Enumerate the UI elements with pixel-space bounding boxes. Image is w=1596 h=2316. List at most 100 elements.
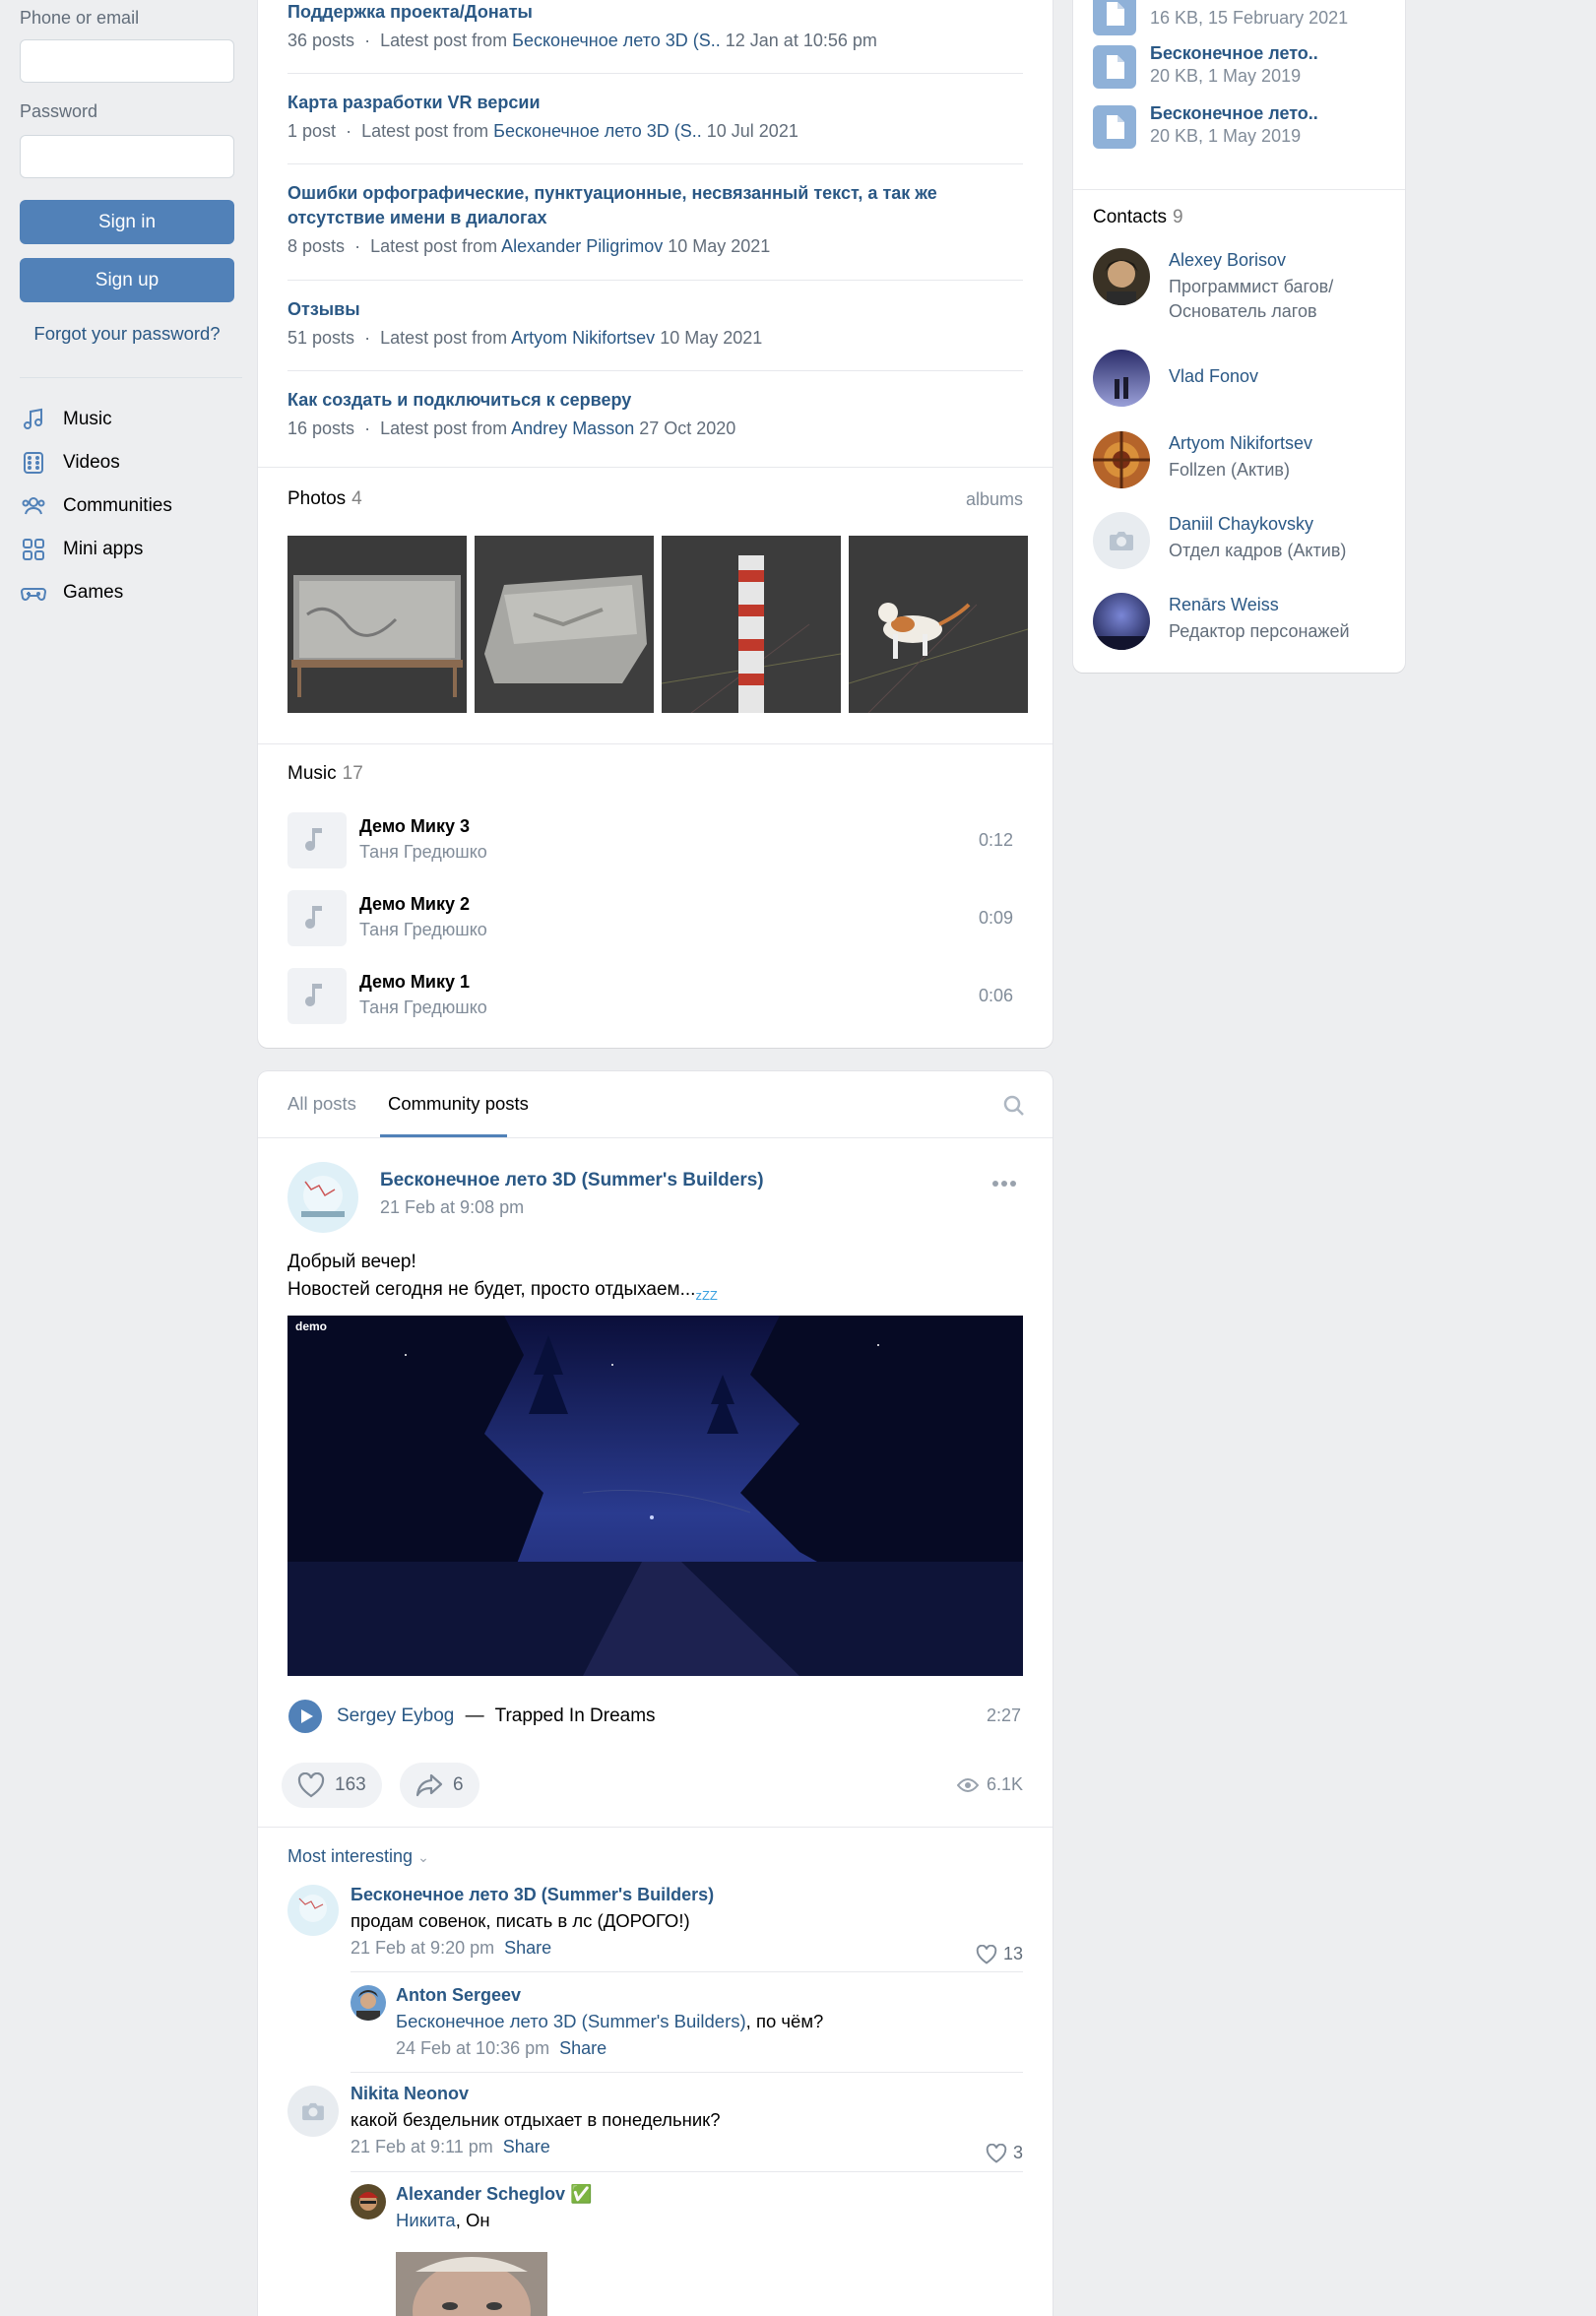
tab-community-posts[interactable]: Community posts [388, 1093, 529, 1115]
audio-attachment[interactable]: Sergey Eybog — Trapped In Dreams 2:27 [287, 1699, 1023, 1734]
track-artist[interactable]: Таня Гредюшко [359, 842, 487, 863]
contact-name[interactable]: Daniil Chaykovsky [1169, 514, 1313, 535]
heart-icon [976, 1944, 997, 1964]
audio-track[interactable]: Демо Мику 1 Таня Гредюшко 0:06 [287, 965, 1023, 1026]
tab-all-posts[interactable]: All posts [287, 1093, 356, 1115]
topic-item[interactable]: Как создать и подключиться к серверу 16 … [287, 388, 1023, 439]
topic-title[interactable]: Отзывы [287, 297, 1023, 322]
avatar[interactable] [1093, 593, 1150, 650]
comment-share-link[interactable]: Share [503, 2137, 550, 2156]
comment-author[interactable]: Anton Sergeev [396, 1985, 1023, 2006]
video-icon [24, 452, 43, 474]
divider [351, 2072, 1023, 2073]
comment-image[interactable] [396, 2252, 547, 2316]
comment-author[interactable]: Nikita Neonov [351, 2084, 1023, 2104]
photo-thumbnail[interactable] [662, 536, 841, 713]
audio-track[interactable]: Демо Мику 2 Таня Гредюшко 0:09 [287, 887, 1023, 948]
track-artist[interactable]: Таня Гредюшко [359, 997, 487, 1018]
avatar[interactable] [1093, 512, 1150, 569]
comment-avatar[interactable] [287, 1885, 339, 1936]
track-artist[interactable]: Таня Гредюшко [359, 920, 487, 940]
nav-item-music[interactable]: Music [20, 406, 112, 433]
document-item[interactable]: Бесконечное лето.. 20 KB, 1 May 2019 [1093, 103, 1388, 151]
contact-name[interactable]: Renārs Weiss [1169, 595, 1279, 615]
more-icon[interactable] [991, 1180, 1017, 1188]
comment-like-button[interactable]: 13 [976, 1944, 1023, 1964]
nav-item-mini-apps[interactable]: Mini apps [20, 536, 143, 563]
search-icon[interactable] [1003, 1095, 1025, 1117]
comment-author[interactable]: Alexander Scheglov [396, 2184, 565, 2204]
comment-like-button[interactable]: 3 [986, 2143, 1023, 2163]
nav-item-videos[interactable]: Videos [20, 449, 120, 477]
nav-item-communities[interactable]: Communities [20, 492, 172, 520]
comments-sort[interactable]: Most interesting ⌄ [287, 1846, 429, 1867]
community-avatar[interactable] [287, 1162, 358, 1233]
comment-date[interactable]: 21 Feb at 9:11 pm [351, 2137, 493, 2156]
avatar[interactable] [1093, 350, 1150, 407]
photos-header[interactable]: Photos 4 [287, 488, 362, 510]
topic-title[interactable]: Поддержка проекта/Донаты [287, 0, 1023, 25]
topic-item[interactable]: Ошибки орфографические, пунктуационные, … [287, 181, 1023, 257]
reply-mention[interactable]: Бесконечное лето 3D (Summer's Builders) [396, 2011, 746, 2031]
forgot-password-link[interactable]: Forgot your password? [20, 323, 234, 345]
topic-author-link[interactable]: Alexander Piligrimov [501, 236, 663, 256]
password-input[interactable] [20, 135, 234, 178]
topic-author-link[interactable]: Бесконечное лето 3D (S.. [512, 31, 721, 50]
topic-item[interactable]: Поддержка проекта/Донаты 36 posts · Late… [287, 0, 1023, 51]
contact-name[interactable]: Vlad Fonov [1169, 366, 1258, 387]
post-image[interactable]: demo [287, 1316, 1023, 1676]
albums-link[interactable]: albums [966, 489, 1023, 510]
nav-label: Music [63, 409, 112, 429]
heart-icon [297, 1772, 325, 1798]
comment-date[interactable]: 21 Feb at 9:20 pm [351, 1938, 494, 1958]
audio-cover[interactable] [287, 968, 347, 1024]
divider [258, 467, 1053, 468]
comment-author[interactable]: Бесконечное лето 3D (Summer's Builders) [351, 1885, 1023, 1905]
music-header[interactable]: Music 17 [287, 763, 363, 785]
comment-share-link[interactable]: Share [504, 1938, 551, 1958]
audio-artist[interactable]: Sergey Eybog [337, 1705, 454, 1726]
photo-thumbnail[interactable] [849, 536, 1028, 713]
reply-mention[interactable]: Никита [396, 2210, 456, 2230]
contact-name[interactable]: Artyom Nikifortsev [1169, 433, 1312, 454]
note-icon [305, 983, 322, 1006]
comment-share-link[interactable]: Share [559, 2038, 606, 2058]
avatar[interactable] [1093, 248, 1150, 305]
topic-item[interactable]: Отзывы 51 posts · Latest post from Artyo… [287, 297, 1023, 349]
audio-cover[interactable] [287, 890, 347, 946]
topic-author-link[interactable]: Andrey Masson [511, 418, 634, 438]
phone-input[interactable] [20, 39, 234, 83]
post-author[interactable]: Бесконечное лето 3D (Summer's Builders) [380, 1170, 764, 1191]
topic-title[interactable]: Как создать и подключиться к серверу [287, 388, 1023, 413]
comment-avatar[interactable] [351, 2184, 386, 2220]
comment-meta: 21 Feb at 9:11 pm Share [351, 2137, 1023, 2157]
post-date[interactable]: 21 Feb at 9:08 pm [380, 1197, 524, 1218]
share-button[interactable]: 6 [400, 1763, 479, 1808]
contacts-header[interactable]: Contacts 9 [1093, 207, 1183, 228]
topic-title[interactable]: Ошибки орфографические, пунктуационные, … [287, 181, 1023, 230]
photo-thumbnail[interactable] [475, 536, 654, 713]
document-item[interactable]: 16 KB, 15 February 2021 [1093, 0, 1388, 37]
comment-date[interactable]: 24 Feb at 10:36 pm [396, 2038, 549, 2058]
apps-icon [23, 539, 44, 560]
document-name[interactable]: Бесконечное лето.. [1150, 103, 1318, 124]
contact-name[interactable]: Alexey Borisov [1169, 250, 1286, 271]
avatar[interactable] [1093, 431, 1150, 488]
audio-track[interactable]: Демо Мику 3 Таня Гредюшко 0:12 [287, 809, 1023, 870]
topic-author-link[interactable]: Бесконечное лето 3D (S.. [493, 121, 702, 141]
document-item[interactable]: Бесконечное лето.. 20 KB, 1 May 2019 [1093, 43, 1388, 91]
topic-title[interactable]: Карта разработки VR версии [287, 91, 1023, 115]
topic-item[interactable]: Карта разработки VR версии 1 post · Late… [287, 91, 1023, 142]
document-name[interactable]: Бесконечное лето.. [1150, 43, 1318, 64]
comment-avatar[interactable] [351, 1985, 386, 2021]
photo-thumbnail[interactable] [287, 536, 467, 713]
play-icon[interactable] [287, 1699, 323, 1734]
audio-cover[interactable] [287, 812, 347, 868]
like-button[interactable]: 163 [282, 1763, 382, 1808]
nav-item-games[interactable]: Games [20, 579, 123, 607]
topic-author-link[interactable]: Artyom Nikifortsev [511, 328, 655, 348]
comment-avatar[interactable] [287, 2086, 339, 2137]
sign-up-button[interactable]: Sign up [20, 258, 234, 302]
note-icon [305, 827, 322, 851]
sign-in-button[interactable]: Sign in [20, 200, 234, 244]
